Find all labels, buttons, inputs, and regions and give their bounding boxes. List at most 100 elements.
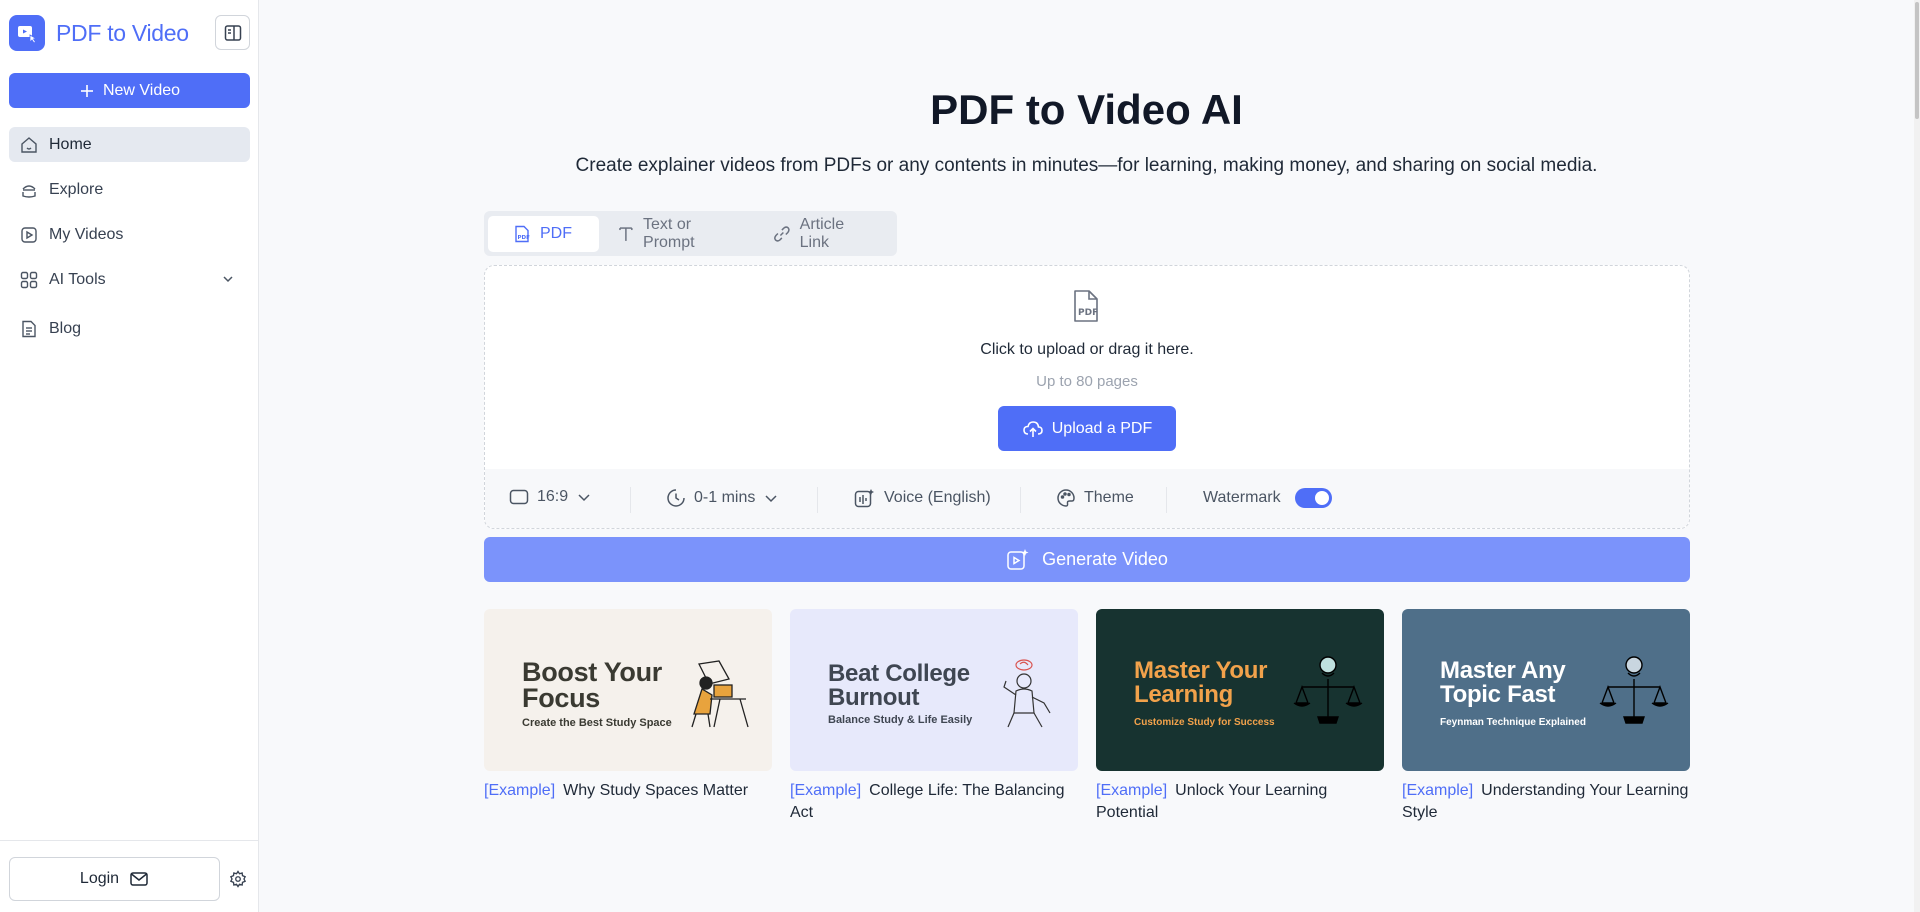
options-divider — [1020, 487, 1021, 513]
duration-select[interactable]: 0-1 mins — [666, 488, 779, 508]
aspect-ratio-icon — [509, 489, 529, 505]
sidebar-collapse-icon — [224, 24, 241, 41]
sidebar-item-label: AI Tools — [49, 270, 106, 288]
upload-dropzone[interactable]: PDF Click to upload or drag it here. Up … — [484, 265, 1690, 529]
sidebar-item-blog[interactable]: Blog — [9, 311, 250, 346]
sidebar: PDF to Video New Video Home Explore My V… — [0, 0, 259, 912]
brand[interactable]: PDF to Video — [9, 15, 189, 51]
brand-logo-icon — [9, 15, 45, 51]
thumbnail-title: Boost Your Focus — [522, 657, 663, 714]
thumbnail-subtitle: Balance Study & Life Easily — [828, 714, 973, 726]
video-icon — [19, 225, 39, 245]
sidebar-toggle-button[interactable] — [215, 15, 250, 50]
thumbnail-subtitle: Feynman Technique Explained — [1440, 717, 1586, 728]
watermark-toggle[interactable] — [1294, 488, 1332, 508]
example-caption[interactable]: [Example] Why Study Spaces Matter — [484, 780, 772, 802]
aspect-ratio-value: 16:9 — [537, 488, 569, 505]
example-thumbnail[interactable]: Master Your Learning Customize Study for … — [1096, 609, 1384, 771]
login-button[interactable]: Login — [9, 857, 220, 901]
brand-name: PDF to Video — [56, 19, 189, 46]
svg-text:PDF: PDF — [518, 235, 531, 241]
example-caption[interactable]: [Example] College Life: The Balancing Act — [790, 780, 1078, 824]
example-tag: [Example] — [1402, 782, 1474, 799]
voice-select[interactable]: Voice (English) — [854, 488, 991, 508]
page-scrollbar-thumb[interactable] — [1915, 2, 1919, 119]
sidebar-item-label: Blog — [49, 319, 82, 337]
sidebar-footer: Login — [0, 840, 259, 912]
example-thumbnail[interactable]: Master Any Topic Fast Feynman Technique E… — [1402, 609, 1690, 771]
document-icon — [19, 319, 39, 339]
example-caption[interactable]: [Example] Understanding Your Learning Sty… — [1402, 780, 1690, 824]
upload-instruction: Click to upload or drag it here. — [980, 341, 1194, 358]
source-tabs: PDF PDF Text or Prompt Article Link — [484, 211, 897, 256]
upload-button-label: Upload a PDF — [1051, 419, 1153, 437]
tab-label: Text or Prompt — [643, 215, 695, 251]
example-title: Why Study Spaces Matter — [563, 782, 749, 799]
sidebar-item-my-videos[interactable]: My Videos — [9, 217, 250, 252]
sidebar-item-label: My Videos — [49, 225, 124, 243]
new-video-label: New Video — [102, 81, 181, 99]
example-caption[interactable]: [Example] Unlock Your Learning Potential — [1096, 780, 1384, 824]
tab-text-or-prompt[interactable]: Text or Prompt — [605, 216, 762, 252]
theme-label: Theme — [1084, 489, 1134, 506]
scales-thinker-illustration — [1293, 656, 1363, 724]
theme-select[interactable]: Theme — [1056, 488, 1134, 508]
watermark-label: Watermark — [1203, 489, 1281, 506]
scales-thinker-illustration — [1599, 656, 1669, 724]
tab-pdf[interactable]: PDF PDF — [488, 215, 600, 252]
thumbnail-subtitle: Create the Best Study Space — [522, 717, 672, 729]
pdf-icon: PDF — [515, 225, 531, 242]
watermark-control: Watermark — [1203, 488, 1332, 508]
example-tag: [Example] — [790, 782, 862, 799]
tab-label: PDF — [540, 224, 572, 242]
tab-article-link[interactable]: Article Link — [768, 216, 893, 252]
mail-icon — [130, 872, 148, 886]
palette-icon — [1057, 489, 1075, 507]
thumbnail-title: Master Your Learning — [1134, 657, 1268, 708]
upload-pdf-button[interactable]: Upload a PDF — [998, 406, 1176, 451]
aspect-ratio-select[interactable]: 16:9 — [509, 488, 592, 506]
new-video-button[interactable]: New Video — [9, 73, 250, 108]
sidebar-item-ai-tools[interactable]: AI Tools — [9, 262, 250, 297]
example-thumbnail[interactable]: Boost Your Focus Create the Best Study Sp… — [484, 609, 772, 771]
example-card[interactable]: Beat College Burnout Balance Study & Life… — [790, 609, 1078, 824]
tab-label: Article Link — [799, 215, 845, 251]
video-options-bar: 16:9 0-1 mins Voice (English) Theme Wate… — [485, 469, 1689, 528]
example-card[interactable]: Master Any Topic Fast Feynman Technique E… — [1402, 609, 1690, 824]
link-icon — [773, 225, 790, 242]
study-desk-illustration — [691, 660, 749, 728]
example-thumbnail[interactable]: Beat College Burnout Balance Study & Life… — [790, 609, 1078, 771]
main-content: PDF to Video AI Create explainer videos … — [260, 0, 1920, 912]
page-scrollbar-track[interactable] — [1914, 0, 1920, 912]
svg-text:PDF: PDF — [1078, 308, 1098, 318]
generate-video-label: Generate Video — [1042, 549, 1168, 569]
voice-icon — [854, 489, 874, 508]
voice-value: Voice (English) — [884, 489, 991, 506]
sidebar-nav: Home Explore My Videos AI Tools Blog — [9, 127, 250, 356]
chevron-down-icon — [220, 271, 236, 292]
settings-button[interactable] — [228, 869, 248, 889]
example-card[interactable]: Boost Your Focus Create the Best Study Sp… — [484, 609, 772, 802]
sidebar-item-explore[interactable]: Explore — [9, 172, 250, 207]
options-divider — [630, 487, 631, 513]
options-divider — [817, 487, 818, 513]
upload-limit: Up to 80 pages — [1036, 373, 1138, 390]
grid-icon — [19, 270, 39, 290]
generate-video-button[interactable]: Generate Video — [484, 537, 1690, 582]
text-icon — [619, 226, 633, 241]
sidebar-item-home[interactable]: Home — [9, 127, 250, 162]
home-icon — [19, 135, 39, 155]
options-divider — [1166, 487, 1167, 513]
cloud-upload-icon — [1022, 420, 1043, 437]
example-tag: [Example] — [1096, 782, 1168, 799]
plus-icon — [80, 84, 93, 97]
sidebar-item-label: Home — [49, 135, 92, 153]
page-title: PDF to Video AI — [930, 86, 1243, 133]
chevron-down-icon — [578, 494, 590, 502]
duration-value: 0-1 mins — [694, 489, 756, 506]
chevron-down-icon — [765, 495, 777, 503]
example-card[interactable]: Master Your Learning Customize Study for … — [1096, 609, 1384, 824]
thumbnail-subtitle: Customize Study for Success — [1134, 717, 1275, 728]
thumbnail-title: Master Any Topic Fast — [1440, 657, 1566, 708]
explore-icon — [19, 180, 39, 200]
